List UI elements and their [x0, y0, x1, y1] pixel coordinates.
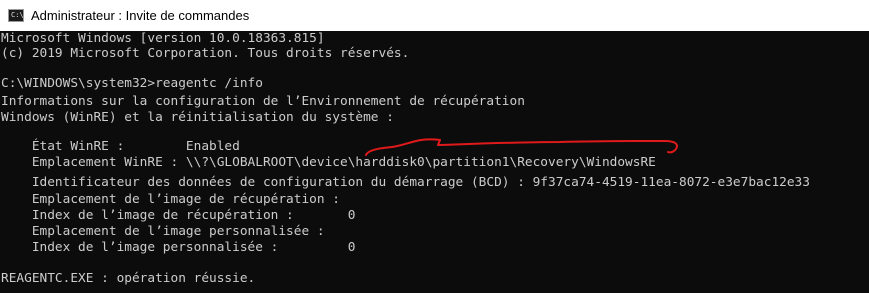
console-line: Informations sur la configuration de l’E… [1, 94, 525, 109]
console-line: Microsoft Windows [version 10.0.18363.81… [1, 31, 325, 46]
console-line: État WinRE : Enabled [1, 139, 240, 154]
console-line: Index de l’image de récupération : 0 [1, 208, 356, 223]
window-title: Administrateur : Invite de commandes [31, 8, 250, 23]
console-line: Identificateur des données de configurat… [1, 175, 810, 190]
cmd-icon[interactable]: C:\_ [8, 9, 28, 22]
console-line: Emplacement de l’image personnalisée : [1, 224, 325, 239]
console-line: (c) 2019 Microsoft Corporation. Tous dro… [1, 46, 410, 61]
console-output[interactable]: Microsoft Windows [version 10.0.18363.81… [0, 31, 869, 293]
console-line: Emplacement WinRE : \\?\GLOBALROOT\devic… [1, 155, 656, 170]
console-line: Emplacement de l’image de récupération : [1, 192, 340, 207]
console-line: REAGENTC.EXE : opération réussie. [1, 271, 256, 286]
cmd-icon-glyph: C:\_ [11, 11, 28, 19]
title-bar[interactable]: C:\_ Administrateur : Invite de commande… [0, 0, 869, 31]
command-prompt-window: C:\_ Administrateur : Invite de commande… [0, 0, 869, 293]
console-line: Index de l’image personnalisée : 0 [1, 240, 356, 255]
console-line: Windows (WinRE) et la réinitialisation d… [1, 110, 394, 125]
console-line: C:\WINDOWS\system32>reagentc /info [1, 76, 263, 91]
